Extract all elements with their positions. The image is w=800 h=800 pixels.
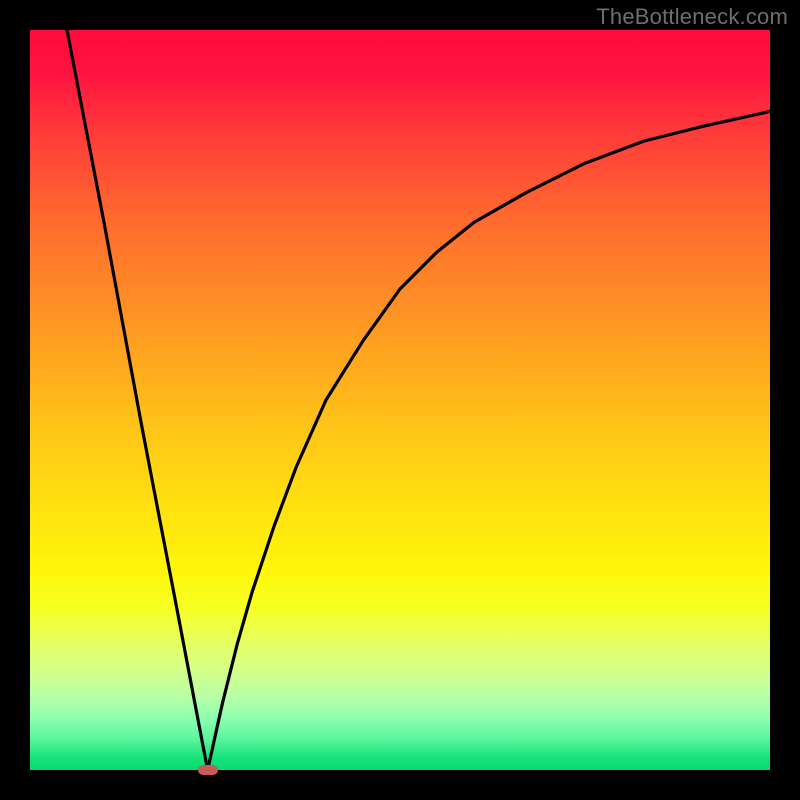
curve-left-branch (67, 30, 208, 770)
plot-area (30, 30, 770, 770)
bottleneck-curve (30, 30, 770, 770)
chart-frame: TheBottleneck.com (0, 0, 800, 800)
watermark-text: TheBottleneck.com (596, 4, 788, 30)
curve-right-branch (208, 111, 770, 770)
minimum-marker (198, 765, 218, 775)
